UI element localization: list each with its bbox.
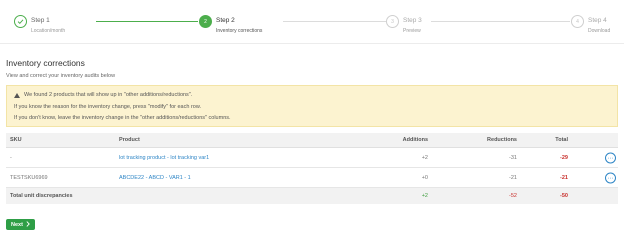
chevron-right-icon xyxy=(26,220,30,229)
additions-cell: +2 xyxy=(421,154,428,161)
step-title: Step 3 xyxy=(403,17,422,24)
col-header-additions: Additions xyxy=(402,137,428,143)
table-row: - lot tracking product - lot tracking va… xyxy=(6,148,618,168)
step-number: 2 xyxy=(199,15,212,28)
step-subtitle: Inventory corrections xyxy=(216,28,263,34)
step-connector xyxy=(431,21,570,22)
warning-alert: We found 2 products that will show up in… xyxy=(6,85,618,127)
sku-cell: TESTSKU6969 xyxy=(10,174,48,181)
total-cell: -21 xyxy=(560,174,568,181)
table-header: SKU Product Additions Reductions Total xyxy=(6,133,618,148)
step-title: Step 4 xyxy=(588,17,607,24)
col-header-sku: SKU xyxy=(10,137,22,143)
product-link[interactable]: lot tracking product - lot tracking var1 xyxy=(119,155,209,161)
warning-icon xyxy=(14,92,20,98)
table-row: TESTSKU6969 ABCDE22 - ABCD - VAR1 - 1 +0… xyxy=(6,168,618,188)
total-cell: -29 xyxy=(560,154,568,161)
col-header-product: Product xyxy=(119,137,140,143)
step-title: Step 2 xyxy=(216,17,235,24)
col-header-total: Total xyxy=(555,137,568,143)
additions-cell: +0 xyxy=(421,174,428,181)
step-number: 4 xyxy=(571,15,584,28)
page-description: View and correct your inventory audits b… xyxy=(6,73,116,79)
step-connector xyxy=(96,21,198,22)
product-link[interactable]: ABCDE22 - ABCD - VAR1 - 1 xyxy=(119,175,191,181)
dots-icon: … xyxy=(605,152,616,163)
totals-label: Total unit discrepancies xyxy=(10,193,73,199)
totals-row: Total unit discrepancies +2 -52 -50 xyxy=(6,188,618,204)
modify-button[interactable]: … xyxy=(605,152,616,163)
total-additions: +2 xyxy=(421,193,428,199)
alert-line: We found 2 products that will show up in… xyxy=(24,92,193,98)
sku-cell: - xyxy=(10,154,12,161)
reductions-cell: -31 xyxy=(509,154,517,161)
check-icon xyxy=(14,15,27,28)
step-title: Step 1 xyxy=(31,17,50,24)
dots-icon: … xyxy=(605,172,616,183)
reductions-cell: -21 xyxy=(509,174,517,181)
total-reductions: -52 xyxy=(509,193,517,199)
col-header-reductions: Reductions xyxy=(487,137,517,143)
wizard-stepper: Step 1 Location/month 2 Step 2 Inventory… xyxy=(0,0,624,44)
step-number: 3 xyxy=(386,15,399,28)
step-subtitle: Location/month xyxy=(31,28,66,34)
alert-line: If you know the reason for the inventory… xyxy=(14,104,202,110)
step-subtitle: Preview xyxy=(403,28,421,34)
alert-line: If you don't know, leave the inventory c… xyxy=(14,115,231,121)
total-total: -50 xyxy=(560,193,568,199)
page-title: Inventory corrections xyxy=(6,58,85,68)
corrections-table: SKU Product Additions Reductions Total -… xyxy=(6,133,618,204)
modify-button[interactable]: … xyxy=(605,172,616,183)
next-button[interactable]: Next xyxy=(6,219,35,230)
step-subtitle: Download xyxy=(588,28,611,34)
next-button-label: Next xyxy=(11,221,23,228)
step-connector xyxy=(283,21,386,22)
